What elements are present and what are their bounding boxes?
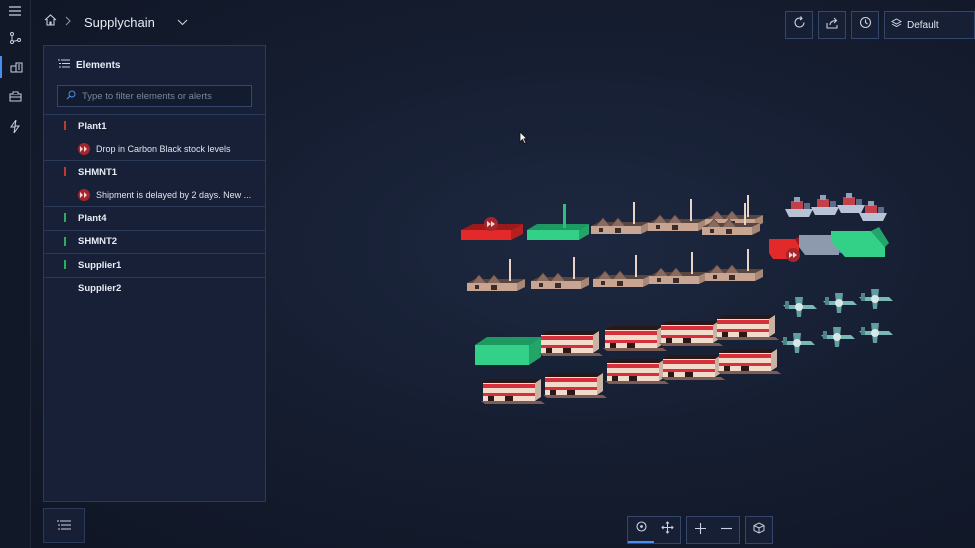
- list-item[interactable]: Plant4: [44, 206, 265, 230]
- filter-input[interactable]: [82, 90, 242, 102]
- zoom-toolbar: [686, 516, 740, 544]
- mouse-cursor: [519, 131, 528, 149]
- element-name: SHMNT1: [78, 166, 118, 178]
- elements-panel: Elements Plant1 Drop in Carbon Black sto…: [43, 45, 266, 502]
- element-row[interactable]: Plant1: [44, 115, 265, 138]
- history-icon: [859, 16, 872, 34]
- orbit-icon: [635, 520, 648, 538]
- cube-icon: [753, 521, 765, 539]
- element-list: Plant1 Drop in Carbon Black stock levels…: [44, 114, 265, 300]
- minus-icon: [720, 521, 732, 539]
- element-row[interactable]: SHMNT2: [44, 231, 265, 254]
- plus-icon: [694, 521, 706, 539]
- element-name: Supplier1: [78, 259, 122, 271]
- filter-field[interactable]: [57, 85, 252, 107]
- element-name: Plant4: [78, 212, 107, 224]
- status-indicator: [64, 167, 66, 176]
- element-name: Plant1: [78, 120, 107, 132]
- status-indicator: [64, 121, 66, 130]
- left-rail: [0, 0, 31, 548]
- elements-title: Elements: [76, 59, 121, 71]
- element-row[interactable]: Plant4: [44, 207, 265, 230]
- search-icon: [66, 87, 76, 105]
- history-button[interactable]: [851, 11, 879, 39]
- list-item[interactable]: Supplier2: [44, 276, 265, 301]
- scene-viewport[interactable]: [455, 185, 900, 425]
- alert-row[interactable]: Shipment is delayed by 2 days. New ...: [44, 184, 265, 207]
- zoom-in-button[interactable]: [687, 517, 713, 543]
- alert-text: Drop in Carbon Black stock levels: [96, 143, 231, 154]
- share-icon: [825, 16, 839, 34]
- element-name: Supplier2: [78, 283, 122, 295]
- list-item[interactable]: SHMNT2: [44, 229, 265, 254]
- package-icon[interactable]: [0, 85, 30, 107]
- pan-button[interactable]: [654, 517, 680, 543]
- alert-row[interactable]: Drop in Carbon Black stock levels: [44, 138, 265, 161]
- view-cube-button[interactable]: [746, 517, 772, 543]
- share-button[interactable]: [818, 11, 846, 39]
- view-toolbar: [745, 516, 773, 544]
- menu-icon[interactable]: [0, 0, 30, 22]
- element-row[interactable]: Supplier2: [44, 278, 265, 301]
- list-item[interactable]: Plant1 Drop in Carbon Black stock levels: [44, 114, 265, 160]
- chevron-down-icon[interactable]: [177, 13, 188, 31]
- breadcrumb: Supplychain: [44, 10, 188, 34]
- lightning-icon[interactable]: [0, 115, 30, 137]
- move-icon: [660, 521, 674, 539]
- warehouse-green[interactable]: [475, 337, 541, 365]
- chevron-right-icon: [65, 13, 72, 31]
- buildings-icon[interactable]: [0, 56, 30, 78]
- layout-select[interactable]: Default: [884, 11, 975, 39]
- plant-green[interactable]: [527, 204, 589, 240]
- layers-icon: [890, 18, 903, 32]
- breadcrumb-title[interactable]: Supplychain: [84, 15, 155, 30]
- element-name: SHMNT2: [78, 236, 118, 248]
- elements-header: Elements: [58, 59, 120, 71]
- status-indicator: [64, 236, 66, 246]
- orbit-button[interactable]: [628, 517, 654, 543]
- element-row[interactable]: SHMNT1: [44, 161, 265, 184]
- refresh-button[interactable]: [785, 11, 813, 39]
- list-item[interactable]: Supplier1: [44, 253, 265, 277]
- navigation-toolbar: [627, 516, 681, 544]
- element-row[interactable]: Supplier1: [44, 254, 265, 277]
- refresh-icon: [793, 16, 806, 34]
- plant-red[interactable]: [461, 217, 523, 240]
- home-icon[interactable]: [44, 13, 57, 31]
- panel-toggle-button[interactable]: [43, 508, 85, 543]
- status-indicator: [64, 260, 66, 269]
- list-icon: [57, 517, 71, 535]
- status-indicator: [64, 213, 66, 222]
- alert-icon: [78, 142, 90, 155]
- layout-label: Default: [907, 19, 939, 31]
- zoom-out-button[interactable]: [713, 517, 739, 543]
- list-icon: [58, 59, 70, 71]
- supply-chain-scene: [461, 193, 893, 404]
- alert-text: Shipment is delayed by 2 days. New ...: [96, 189, 252, 200]
- graph-icon[interactable]: [0, 27, 30, 49]
- list-item[interactable]: SHMNT1 Shipment is delayed by 2 days. Ne…: [44, 160, 265, 206]
- alert-icon: [78, 188, 90, 201]
